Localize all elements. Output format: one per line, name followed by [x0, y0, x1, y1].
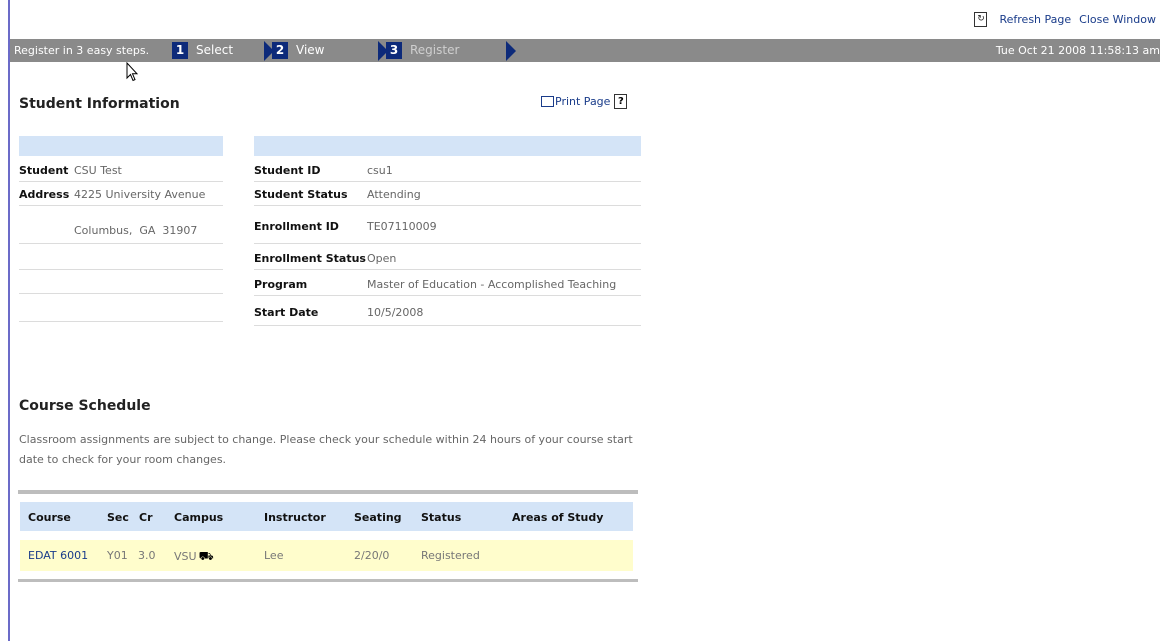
step-label: View: [296, 43, 325, 57]
info-value: 4225 University Avenue: [74, 188, 206, 201]
credit-cell: 3.0: [138, 549, 156, 562]
campus-cell: VSU ⛟: [174, 549, 214, 565]
info-row-start-date: Start Date 10/5/2008: [254, 302, 641, 326]
print-page-link[interactable]: Print Page ?: [541, 94, 628, 109]
mouse-cursor-icon: [126, 62, 138, 82]
column-header: Sec: [107, 511, 129, 524]
column-header: Status: [421, 511, 462, 524]
top-links: ↻ Refresh Page Close Window: [974, 12, 1156, 27]
step-label: Select: [196, 43, 234, 57]
help-icon[interactable]: ?: [614, 94, 628, 109]
course-link[interactable]: EDAT 6001: [28, 549, 88, 562]
column-header: Course: [28, 511, 71, 524]
info-row-empty: [19, 272, 223, 294]
info-row-address: Address 4225 University Avenue: [19, 184, 223, 206]
step-number: 1: [172, 42, 188, 59]
column-header: Seating: [354, 511, 402, 524]
info-row-empty: [19, 300, 223, 322]
info-row-program: Program Master of Education - Accomplish…: [254, 274, 641, 296]
table-top-rule: [18, 490, 638, 494]
step-bar: Register in 3 easy steps. 1 Select 2 Vie…: [10, 39, 1160, 62]
schedule-note: Classroom assignments are subject to cha…: [19, 433, 633, 466]
info-key: Program: [254, 278, 308, 291]
column-header: Instructor: [264, 511, 326, 524]
table-bottom-rule: [18, 579, 638, 582]
student-info-title: Student Information: [19, 96, 180, 112]
table-row: EDAT 6001 Y01 3.0 VSU ⛟ Lee 2/20/0 Regist…: [20, 540, 633, 571]
info-value: CSU Test: [74, 164, 122, 177]
car-icon[interactable]: ⛟: [199, 549, 214, 565]
info-key: Student: [19, 164, 69, 177]
column-header: Campus: [174, 511, 224, 524]
info-row-enrollment-status: Enrollment Status Open: [254, 248, 641, 270]
campus-name: VSU: [174, 550, 197, 563]
step-view[interactable]: 2 View: [264, 41, 362, 61]
info-key: Address: [19, 188, 70, 201]
column-header: Cr: [139, 511, 153, 524]
info-row-empty: [19, 248, 223, 270]
step-select[interactable]: 1 Select: [172, 41, 252, 60]
left-border: [8, 0, 10, 641]
refresh-icon[interactable]: ↻: [974, 12, 988, 27]
info-value: TE07110009: [367, 220, 437, 233]
info-value: Master of Education - Accomplished Teach…: [367, 278, 617, 291]
step-number: 3: [386, 42, 402, 59]
instructor-cell: Lee: [264, 549, 284, 562]
info-value: Open: [367, 252, 397, 265]
left-info-header: [19, 136, 223, 156]
info-row-student-id: Student ID csu1: [254, 160, 641, 182]
refresh-page-link[interactable]: Refresh Page: [999, 13, 1071, 26]
course-schedule-title: Course Schedule: [19, 398, 151, 414]
right-info-header: [254, 136, 641, 156]
schedule-table-header: Course Sec Cr Campus Instructor Seating …: [20, 502, 633, 531]
steps-intro: Register in 3 easy steps.: [14, 44, 150, 57]
info-key: Start Date: [254, 306, 319, 319]
step-number: 2: [272, 42, 288, 59]
step-register[interactable]: 3 Register: [378, 41, 516, 61]
info-value: csu1: [367, 164, 393, 177]
column-header: Areas of Study: [512, 511, 604, 524]
info-key: Student Status: [254, 188, 348, 201]
info-row-student: Student CSU Test: [19, 160, 223, 182]
info-row-city: Columbus, GA 31907: [19, 208, 223, 244]
step-arrow-icon: [506, 41, 516, 61]
info-row-student-status: Student Status Attending: [254, 184, 641, 206]
step-label: Register: [410, 43, 460, 57]
info-key: Enrollment Status: [254, 252, 366, 265]
printer-icon: [541, 96, 554, 107]
info-row-enrollment-id: Enrollment ID TE07110009: [254, 208, 641, 244]
current-datetime: Tue Oct 21 2008 11:58:13 am: [995, 44, 1160, 57]
section-cell: Y01: [107, 549, 128, 562]
seating-cell: 2/20/0: [354, 549, 390, 562]
close-window-link[interactable]: Close Window: [1079, 13, 1156, 26]
info-key: Enrollment ID: [254, 220, 339, 233]
status-cell: Registered: [421, 549, 480, 562]
info-value: 10/5/2008: [367, 306, 424, 319]
print-page-label: Print Page: [555, 95, 611, 108]
info-value: Attending: [367, 188, 421, 201]
info-key: Student ID: [254, 164, 321, 177]
